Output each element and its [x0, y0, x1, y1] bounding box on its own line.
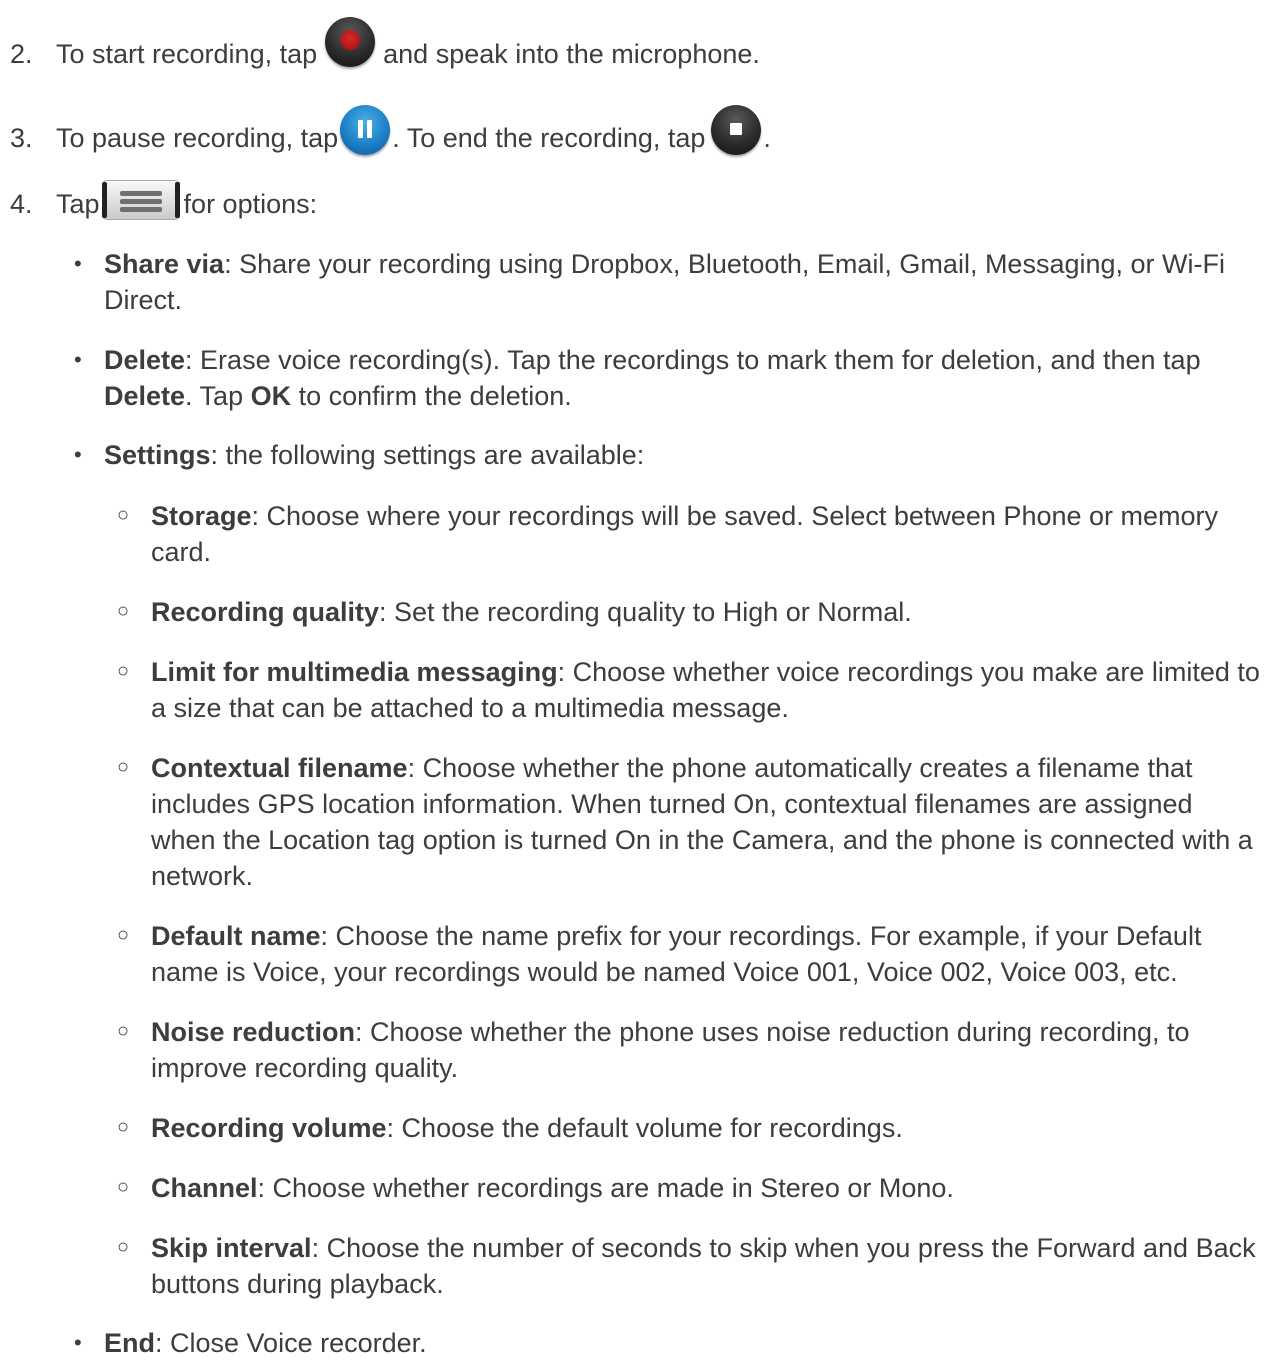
setting-term: Noise reduction	[151, 1017, 356, 1047]
step-text: .	[763, 123, 771, 154]
setting-channel: ○ Channel: Choose whether recordings are…	[117, 1170, 1261, 1206]
option-text: : Erase voice recording(s). Tap the reco…	[185, 345, 1201, 375]
bullet: ○	[117, 600, 130, 622]
record-button-icon	[325, 17, 376, 67]
step-number: 3.	[10, 123, 33, 154]
setting-term: Channel	[151, 1173, 258, 1203]
setting-term: Limit for multimedia messaging	[151, 657, 558, 687]
option-term-inline: OK	[250, 381, 292, 411]
setting-term: Skip interval	[151, 1233, 312, 1263]
option-settings: • Settings: the following settings are a…	[74, 437, 1254, 473]
step-text: Tap	[56, 189, 100, 220]
option-text: to confirm the deletion.	[291, 381, 572, 411]
step-text: and speak into the microphone.	[383, 39, 760, 70]
bullet: •	[74, 1330, 82, 1355]
setting-text: : Set the recording quality to High or N…	[379, 597, 912, 627]
step-text: . To end the recording, tap	[392, 123, 706, 154]
pause-button-icon	[340, 105, 391, 155]
option-term: Settings	[104, 440, 211, 470]
step-4: 4. Tap for options:	[0, 180, 318, 226]
setting-contextual-filename: ○ Contextual filename: Choose whether th…	[117, 750, 1261, 894]
setting-term: Contextual filename	[151, 753, 408, 783]
option-term-inline: Delete	[104, 381, 186, 411]
bullet: •	[74, 442, 82, 467]
option-term: Share via	[104, 249, 225, 279]
option-share-via: • Share via: Share your recording using …	[74, 246, 1254, 318]
setting-limit-mms: ○ Limit for multimedia messaging: Choose…	[117, 654, 1261, 726]
bullet: ○	[117, 924, 130, 946]
setting-storage: ○ Storage: Choose where your recordings …	[117, 498, 1261, 570]
option-delete: • Delete: Erase voice recording(s). Tap …	[74, 342, 1254, 414]
setting-term: Recording volume	[151, 1113, 387, 1143]
step-text: To start recording, tap	[56, 39, 318, 70]
bullet: ○	[117, 1236, 130, 1258]
bullet: ○	[117, 756, 130, 778]
stop-button-icon	[711, 105, 762, 155]
setting-term: Recording quality	[151, 597, 380, 627]
option-text: : the following settings are available:	[210, 440, 645, 470]
step-2: 2. To start recording, tap and speak into …	[0, 17, 760, 81]
menu-key-icon	[101, 180, 180, 220]
step-3: 3. To pause recording, tap . To end the re…	[0, 105, 771, 165]
setting-term: Storage	[151, 501, 252, 531]
option-end: • End: Close Voice recorder.	[74, 1325, 1254, 1361]
bullet: •	[74, 347, 82, 372]
bullet: ○	[117, 504, 130, 526]
bullet: ○	[117, 660, 130, 682]
bullet: ○	[117, 1176, 130, 1198]
step-text: for options:	[183, 189, 318, 220]
bullet: •	[74, 251, 82, 276]
setting-default-name: ○ Default name: Choose the name prefix f…	[117, 918, 1261, 990]
setting-term: Default name	[151, 921, 321, 951]
setting-text: : Choose the default volume for recordin…	[386, 1113, 903, 1143]
document-page: 2. To start recording, tap and speak into …	[0, 0, 1266, 1358]
setting-noise-reduction: ○ Noise reduction: Choose whether the ph…	[117, 1014, 1261, 1086]
option-text: . Tap	[185, 381, 251, 411]
option-term: Delete	[104, 345, 186, 375]
setting-skip-interval: ○ Skip interval: Choose the number of se…	[117, 1230, 1261, 1302]
option-text: : Share your recording using Dropbox, Bl…	[104, 249, 1225, 315]
setting-recording-volume: ○ Recording volume: Choose the default v…	[117, 1110, 1261, 1146]
step-text: To pause recording, tap	[56, 123, 339, 154]
setting-recording-quality: ○ Recording quality: Set the recording q…	[117, 594, 1261, 630]
step-number: 4.	[10, 189, 33, 220]
setting-text: : Choose whether recordings are made in …	[257, 1173, 954, 1203]
bullet: ○	[117, 1020, 130, 1042]
step-number: 2.	[10, 39, 33, 70]
bullet: ○	[117, 1116, 130, 1138]
setting-text: : Choose the number of seconds to skip w…	[151, 1233, 1256, 1299]
setting-text: : Choose where your recordings will be s…	[151, 501, 1219, 567]
